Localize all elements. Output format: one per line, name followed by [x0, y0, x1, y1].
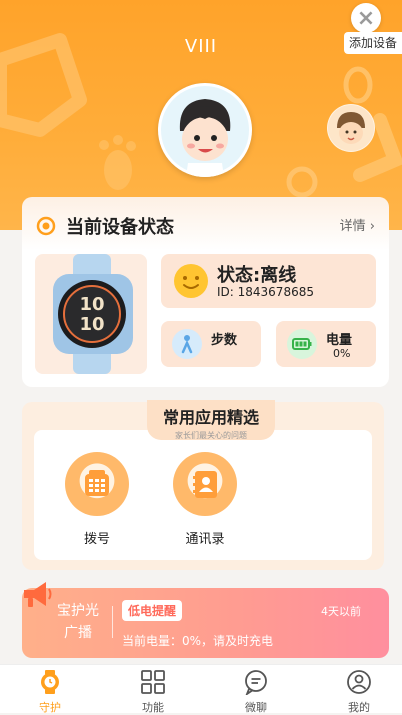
broadcast-notice[interactable]: 宝护光 广播 低电提醒 4天以前 当前电量：0%，请及时充电 — [22, 582, 389, 658]
tab-mine[interactable]: 我的 — [329, 669, 389, 715]
battery-panel[interactable]: 电量 0% — [276, 321, 376, 367]
divider — [112, 606, 113, 638]
watch-icon — [41, 670, 59, 694]
low-battery-badge: 低电提醒 — [122, 600, 183, 621]
boy-avatar-icon — [161, 86, 249, 177]
close-icon[interactable]: × — [351, 3, 381, 33]
apps-subtitle: 家长们最关心的问题 — [175, 431, 247, 440]
walking-icon — [172, 329, 202, 359]
secondary-avatar[interactable] — [327, 104, 375, 152]
svg-text:10: 10 — [79, 294, 104, 315]
battery-value: 0% — [333, 347, 351, 360]
steps-panel[interactable]: 步数 — [161, 321, 261, 367]
app-label: 通讯录 — [185, 532, 225, 547]
contacts-icon — [173, 452, 237, 516]
detail-label: 详情 — [339, 219, 366, 234]
profile-icon — [347, 670, 371, 694]
device-state-panel: 状态:离线 ID: 1843678685 — [161, 254, 376, 308]
common-apps-card: 拨号 通讯录 常用应用精选 家长们最关心的问题 — [22, 400, 384, 570]
smiley-icon — [174, 264, 208, 298]
device-title: VIII — [184, 36, 218, 57]
tab-label: 我的 — [348, 701, 370, 714]
svg-text:10: 10 — [79, 314, 104, 335]
notice-message: 当前电量：0%，请及时充电 — [122, 634, 274, 648]
tab-chat[interactable]: 微聊 — [226, 669, 286, 715]
battery-label: 电量 — [326, 333, 353, 348]
bottom-tab-bar: 守护 功能 微聊 我的 — [0, 664, 402, 715]
state-label: 状态:离线 — [217, 265, 297, 286]
avatar[interactable] — [158, 83, 252, 177]
add-device-button[interactable]: 添加设备 — [344, 32, 402, 54]
phone-icon — [65, 452, 129, 516]
smartwatch-icon: 10 10 — [53, 254, 133, 374]
apps-title: 常用应用精选 — [162, 408, 259, 427]
tab-guard[interactable]: 守护 — [20, 669, 80, 715]
chevron-right-icon: › — [369, 219, 375, 234]
app-contacts[interactable]: 通讯录 — [170, 452, 240, 547]
boy-avatar-icon — [328, 105, 374, 151]
device-id: ID: 1843678685 — [217, 285, 314, 299]
app-label: 拨号 — [83, 532, 110, 547]
broadcast-brand: 宝护光 广播 — [57, 603, 99, 641]
watch-image: 10 10 — [35, 254, 147, 374]
tab-label: 功能 — [142, 701, 164, 714]
status-header: 当前设备状态 — [36, 213, 174, 239]
status-title: 当前设备状态 — [66, 217, 174, 238]
target-icon — [36, 216, 56, 236]
grid-icon — [141, 670, 165, 694]
tab-functions[interactable]: 功能 — [123, 669, 183, 715]
steps-label: 步数 — [211, 333, 238, 348]
apps-grid: 拨号 通讯录 — [34, 430, 372, 560]
apps-title-tab: 常用应用精选 家长们最关心的问题 — [147, 400, 275, 440]
app-dial[interactable]: 拨号 — [62, 452, 132, 547]
megaphone-icon — [24, 582, 52, 607]
tab-label: 守护 — [39, 701, 61, 714]
tab-label: 微聊 — [245, 701, 267, 714]
detail-link[interactable]: 详情 › — [340, 215, 375, 234]
device-status-card: 当前设备状态 详情 › 10 10 状态:离线 ID: 1843678685 步… — [22, 197, 389, 387]
battery-icon — [287, 329, 317, 359]
notice-time: 4天以前 — [321, 605, 361, 618]
chat-icon — [245, 670, 267, 697]
